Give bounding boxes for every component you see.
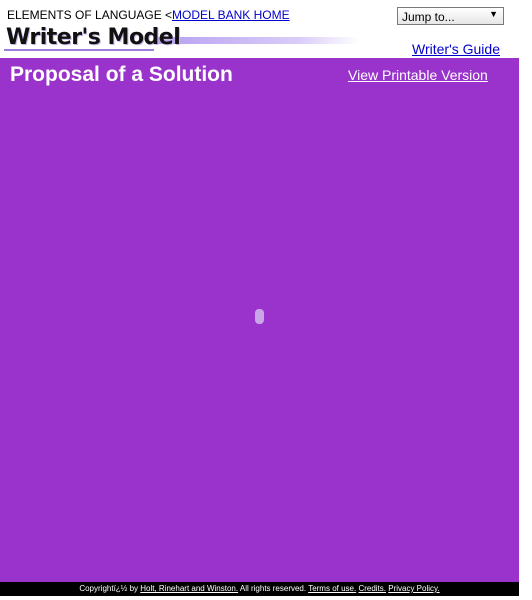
terms-of-use-link[interactable]: Terms of use. [308,584,356,593]
rights-text: All rights reserved. [238,584,309,593]
privacy-policy-link[interactable]: Privacy Policy. [388,584,439,593]
logo-text: Writer's Model [6,25,181,50]
credits-link[interactable]: Credits. [358,584,386,593]
footer: Copyrightï¿½ by Holt, Rinehart and Winst… [0,582,519,596]
content-area: Proposal of a Solution View Printable Ve… [0,58,519,582]
logo-swoosh [154,37,360,44]
jump-to-select[interactable]: Jump to... ▼ [397,7,504,25]
view-printable-version-link[interactable]: View Printable Version [348,67,488,83]
publisher-link[interactable]: Holt, Rinehart and Winston. [140,584,238,593]
page-title: Proposal of a Solution [10,63,233,86]
breadcrumb-prefix: ELEMENTS OF LANGUAGE < [7,8,173,22]
right-margin [519,58,532,582]
copyright-text: Copyrightï¿½ by [79,584,141,593]
breadcrumb: ELEMENTS OF LANGUAGE <MODEL BANK HOME [7,8,290,22]
model-bank-home-link[interactable]: MODEL BANK HOME [172,8,290,22]
writers-guide-link[interactable]: Writer's Guide [412,41,500,57]
loading-indicator-icon [255,309,264,324]
top-header: ELEMENTS OF LANGUAGE <MODEL BANK HOME Ju… [0,0,532,58]
page: ELEMENTS OF LANGUAGE <MODEL BANK HOME Ju… [0,0,532,600]
chevron-down-icon: ▼ [489,9,498,19]
writers-model-logo: Writer's Model [4,25,364,53]
jump-to-selected-value: Jump to... [402,10,455,24]
